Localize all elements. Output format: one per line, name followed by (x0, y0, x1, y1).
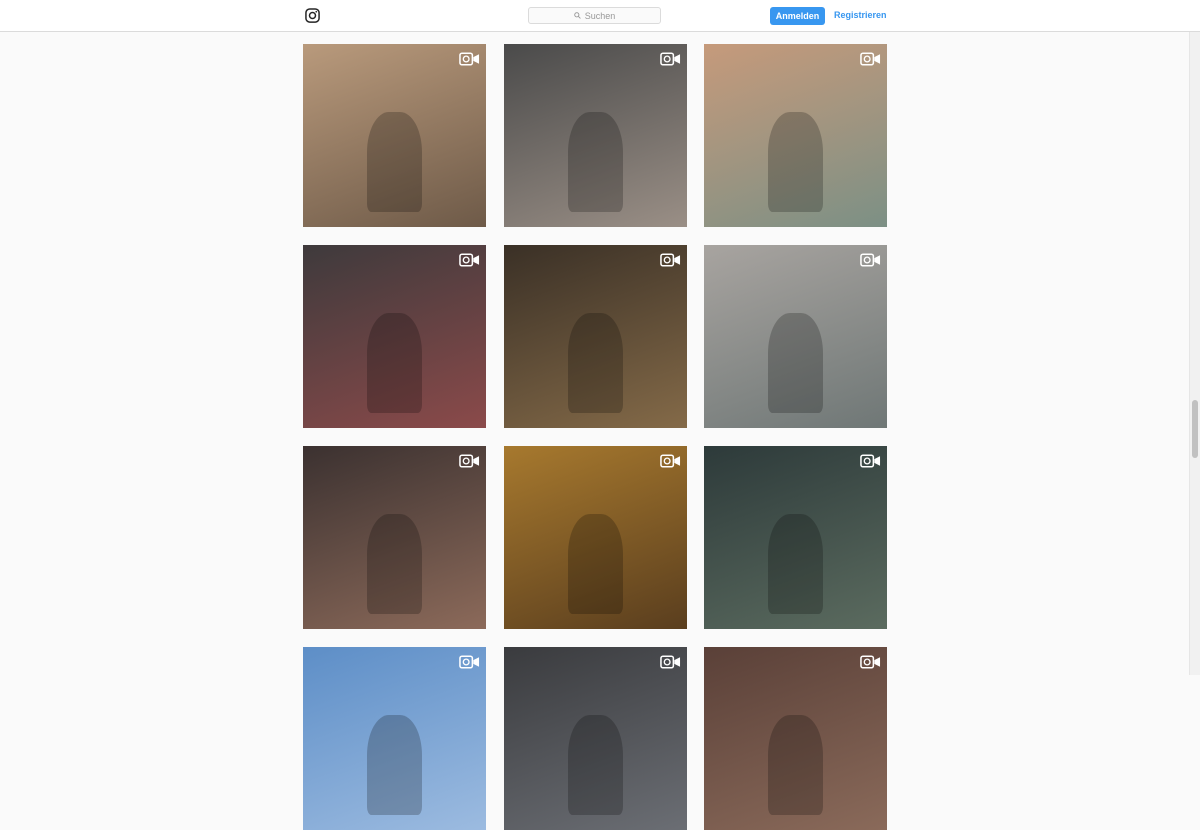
video-camera-icon (660, 253, 681, 267)
photo-content (568, 714, 623, 816)
photo-content (768, 111, 823, 213)
photo-tile[interactable] (704, 647, 887, 830)
photo-content (568, 111, 623, 213)
photo-tile[interactable] (504, 446, 687, 629)
photo-tile[interactable] (704, 245, 887, 428)
video-camera-icon (660, 655, 681, 669)
video-camera-icon (459, 655, 480, 669)
photo-content (367, 111, 422, 213)
photo-tile[interactable] (303, 446, 486, 629)
video-camera-icon (860, 253, 881, 267)
video-camera-icon (459, 253, 480, 267)
vertical-scrollbar[interactable] (1189, 32, 1200, 675)
search-placeholder: Suchen (584, 10, 616, 21)
instagram-icon[interactable] (305, 8, 320, 23)
top-navigation-bar: Suchen Anmelden Registrieren (0, 0, 1200, 32)
video-camera-icon (459, 52, 480, 66)
video-camera-icon (860, 454, 881, 468)
photo-content (367, 513, 422, 615)
photo-content (768, 312, 823, 414)
login-button[interactable]: Anmelden (770, 7, 825, 25)
photo-content (768, 714, 823, 816)
photo-content (568, 312, 623, 414)
photo-content (768, 513, 823, 615)
photo-content (367, 714, 422, 816)
photo-tile[interactable] (303, 44, 486, 227)
photo-tile[interactable] (504, 44, 687, 227)
photo-tile[interactable] (704, 44, 887, 227)
photo-content (367, 312, 422, 414)
video-camera-icon (860, 655, 881, 669)
register-link[interactable]: Registrieren (834, 10, 887, 20)
scrollbar-thumb[interactable] (1192, 400, 1198, 458)
photo-tile[interactable] (504, 647, 687, 830)
photo-tile[interactable] (704, 446, 887, 629)
photo-tile[interactable] (303, 647, 486, 830)
video-camera-icon (660, 52, 681, 66)
video-camera-icon (459, 454, 480, 468)
video-camera-icon (860, 52, 881, 66)
photo-tile[interactable] (303, 245, 486, 428)
search-input[interactable]: Suchen (528, 7, 661, 24)
photo-content (568, 513, 623, 615)
photo-tile[interactable] (504, 245, 687, 428)
video-camera-icon (660, 454, 681, 468)
search-icon (573, 11, 581, 21)
